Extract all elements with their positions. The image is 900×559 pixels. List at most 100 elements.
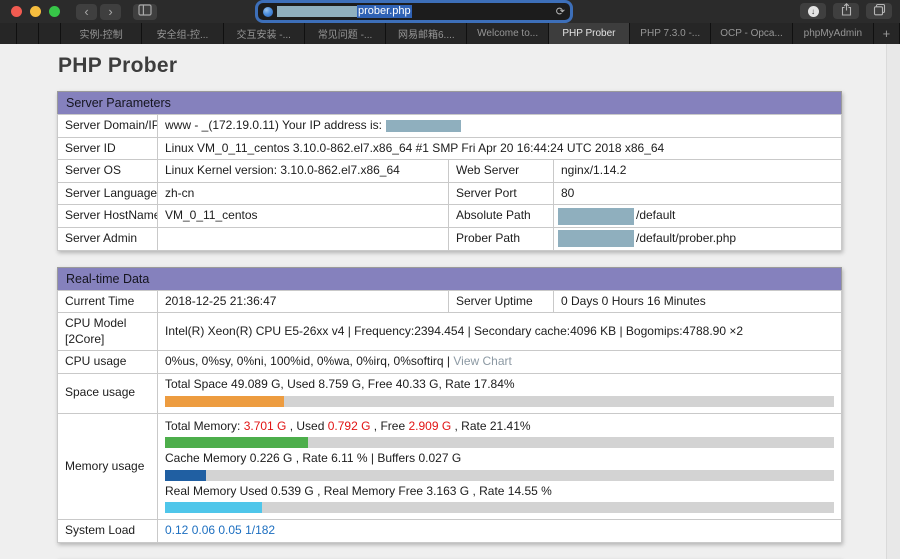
reload-icon[interactable]: ⟳ <box>556 5 565 18</box>
tab-overview-icon <box>873 3 886 19</box>
share-button[interactable] <box>833 3 859 19</box>
memory-usage-label: Memory usage <box>57 412 158 521</box>
web-server-label: Web Server <box>448 159 554 183</box>
cache-memory-bar-fill <box>165 469 206 481</box>
path-text: /default <box>636 208 676 223</box>
tab-label: 交互安装 -... <box>236 30 291 41</box>
tab-welcome[interactable]: Welcome to... <box>467 23 549 44</box>
tab-label: 安全组-控... <box>156 30 209 41</box>
fullscreen-window-button[interactable] <box>49 6 60 17</box>
tab-php-730[interactable]: PHP 7.3.0 -... <box>630 23 712 44</box>
space-usage-bar-fill <box>165 395 285 407</box>
total-memory-bar <box>165 437 834 449</box>
address-bar[interactable]: prober.php ⟳ <box>258 3 570 20</box>
server-uptime-label: Server Uptime <box>448 289 554 314</box>
table-row: Memory usage Total Memory: 3.701 G , Use… <box>57 412 842 521</box>
table-row: CPU Model [2Core] Intel(R) Xeon(R) CPU E5… <box>57 312 842 352</box>
cpu-usage-label: CPU usage <box>57 350 158 374</box>
redacted-path <box>558 207 634 225</box>
forward-icon: › <box>108 4 113 19</box>
system-load-label: System Load <box>57 519 158 543</box>
cpu-usage-text: 0%us, 0%sy, 0%ni, 100%id, 0%wa, 0%irq, 0… <box>165 354 451 369</box>
tab-overview-button[interactable] <box>866 3 892 19</box>
redacted-url-domain <box>277 6 357 17</box>
server-os-value: Linux Kernel version: 3.10.0-862.el7.x86… <box>157 159 449 183</box>
tab-interactive-install[interactable]: 交互安装 -... <box>223 23 305 44</box>
sidebar-toggle-button[interactable] <box>133 3 157 20</box>
download-icon: ↓ <box>807 5 819 17</box>
minimize-window-button[interactable] <box>30 6 41 17</box>
space-usage-value: Total Space 49.089 G, Used 8.759 G, Free… <box>157 372 842 414</box>
server-language-label: Server Language <box>57 181 158 206</box>
sidebar-icon <box>138 4 152 19</box>
real-time-data-table: Real-time Data Current Time 2018-12-25 2… <box>57 266 842 543</box>
prober-path-label: Prober Path <box>448 226 554 251</box>
table-row: Server HostName VM_0_11_centos Absolute … <box>57 204 843 228</box>
new-tab-button[interactable]: + <box>873 23 900 44</box>
system-load-value: 0.12 0.06 0.05 1/182 <box>157 519 842 543</box>
server-admin-value <box>157 226 449 251</box>
tab-collapsed-3[interactable] <box>39 23 61 44</box>
redacted-ip <box>386 119 462 132</box>
absolute-path-label: Absolute Path <box>448 204 554 228</box>
server-domain-value: www - _(172.19.0.11) Your IP address is: <box>156 114 843 138</box>
tab-label: PHP Prober <box>562 28 616 39</box>
server-parameters-table: Server Parameters Server Domain/IP www -… <box>57 91 843 251</box>
tab-ocp[interactable]: OCP - Opca... <box>711 23 793 44</box>
table-row: Server Domain/IP www - _(172.19.0.11) Yo… <box>57 114 843 138</box>
table-row: Server Admin Prober Path /default/prober… <box>57 226 843 251</box>
total-memory-text: Total Memory: 3.701 G , Used 0.792 G , F… <box>165 418 531 433</box>
tab-security-group[interactable]: 安全组-控... <box>142 23 224 44</box>
tab-label: 网易邮箱6.... <box>397 30 455 41</box>
tab-instance-console[interactable]: 实例-控制 <box>61 23 143 44</box>
table-row: System Load 0.12 0.06 0.05 1/182 <box>57 519 842 543</box>
window-controls <box>0 6 60 17</box>
current-time-label: Current Time <box>57 289 158 314</box>
table-row: Current Time 2018-12-25 21:36:47 Server … <box>57 289 842 314</box>
forward-button[interactable]: › <box>100 3 121 20</box>
downloads-button[interactable]: ↓ <box>800 3 826 19</box>
tab-label: phpMyAdmin <box>803 28 862 39</box>
close-window-button[interactable] <box>11 6 22 17</box>
tab-label: 实例-控制 <box>79 30 123 41</box>
tab-collapsed-1[interactable] <box>0 23 17 44</box>
server-uptime-value: 0 Days 0 Hours 16 Minutes <box>553 289 842 314</box>
server-language-value: zh-cn <box>157 181 449 206</box>
server-port-label: Server Port <box>448 181 554 206</box>
space-usage-bar <box>165 395 834 407</box>
tab-label: 常见问题 -... <box>317 30 373 41</box>
tab-label: PHP 7.3.0 -... <box>640 28 701 39</box>
cpu-usage-value: 0%us, 0%sy, 0%ni, 100%id, 0%wa, 0%irq, 0… <box>157 350 842 374</box>
toolbar-right-buttons: ↓ <box>800 3 892 19</box>
memory-usage-value: Total Memory: 3.701 G , Used 0.792 G , F… <box>157 412 842 521</box>
cache-memory-text: Cache Memory 0.226 G , Rate 6.11 % | Buf… <box>165 451 462 466</box>
real-memory-bar <box>165 502 834 514</box>
table-row: CPU usage 0%us, 0%sy, 0%ni, 100%id, 0%wa… <box>57 350 842 374</box>
absolute-path-value: /default <box>552 204 843 228</box>
tab-phpmyadmin[interactable]: phpMyAdmin <box>792 23 874 44</box>
tab-collapsed-2[interactable] <box>17 23 39 44</box>
php-prober-page: PHP Prober Server Parameters Server Doma… <box>0 44 900 559</box>
browser-toolbar: ‹ › prober.php ⟳ ↓ <box>0 0 900 23</box>
tab-bar: 实例-控制 安全组-控... 交互安装 -... 常见问题 -... 网易邮箱6… <box>0 23 900 44</box>
table-row: Server OS Linux Kernel version: 3.10.0-8… <box>57 159 843 183</box>
back-button[interactable]: ‹ <box>76 3 97 20</box>
tab-faq[interactable]: 常见问题 -... <box>304 23 387 44</box>
tab-php-prober[interactable]: PHP Prober <box>548 23 631 44</box>
section-header-server-parameters: Server Parameters <box>57 91 842 115</box>
server-port-value: 80 <box>552 181 843 206</box>
redacted-path <box>558 230 634 248</box>
view-chart-link[interactable]: View Chart <box>453 354 511 368</box>
server-id-label: Server ID <box>57 136 158 161</box>
prober-path-value: /default/prober.php <box>552 226 843 251</box>
domain-text: www - _(172.19.0.11) Your IP address is: <box>165 118 383 132</box>
total-memory-bar-fill <box>165 437 309 449</box>
web-server-value: nginx/1.14.2 <box>552 159 843 183</box>
nav-buttons: ‹ › <box>76 3 121 20</box>
tab-netease-mail[interactable]: 网易邮箱6.... <box>386 23 468 44</box>
server-hostname-value: VM_0_11_centos <box>157 204 449 228</box>
table-row: Server Language zh-cn Server Port 80 <box>57 181 843 206</box>
site-favicon-icon <box>263 6 273 17</box>
space-usage-text: Total Space 49.089 G, Used 8.759 G, Free… <box>165 376 515 391</box>
scrollbar-track[interactable] <box>886 44 900 559</box>
